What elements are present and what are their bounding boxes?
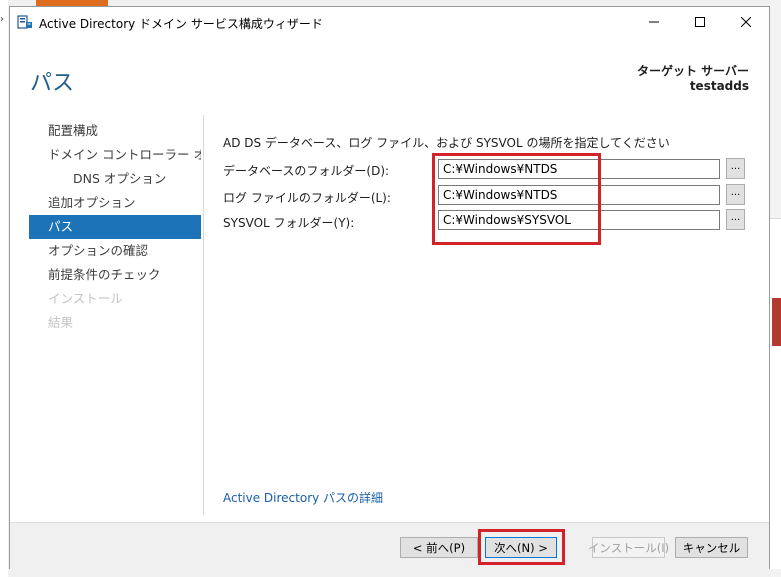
log-folder-label: ログ ファイルのフォルダー(L): xyxy=(223,191,391,205)
sysvol-folder-browse-button[interactable]: ... xyxy=(726,209,745,230)
wizard-steps-nav: 配置構成 ドメイン コントローラー オプシ... DNS オプション 追加オプシ… xyxy=(29,119,201,335)
background-left xyxy=(0,0,8,577)
minimize-button[interactable] xyxy=(631,7,677,37)
next-button[interactable]: 次へ(N) > xyxy=(485,537,557,558)
close-button[interactable] xyxy=(723,7,769,37)
sysvol-folder-input[interactable] xyxy=(438,210,720,230)
nav-divider xyxy=(203,115,204,515)
nav-item-prerequisites-check[interactable]: 前提条件のチェック xyxy=(29,263,201,287)
database-folder-label: データベースのフォルダー(D): xyxy=(223,164,390,178)
background-right-accent xyxy=(772,298,781,346)
log-folder-browse-button[interactable]: ... xyxy=(726,184,745,205)
close-icon xyxy=(741,17,751,27)
wizard-window: Active Directory ドメイン サービス構成ウィザード パス ターゲ… xyxy=(9,6,770,569)
nav-item-dns-options[interactable]: DNS オプション xyxy=(29,167,201,191)
install-button: インストール(I) xyxy=(588,537,669,558)
nav-item-review-options[interactable]: オプションの確認 xyxy=(29,239,201,263)
back-button[interactable]: < 前へ(P) xyxy=(400,537,478,558)
title-bar[interactable]: Active Directory ドメイン サービス構成ウィザード xyxy=(10,7,769,37)
minimize-icon xyxy=(649,21,659,23)
maximize-button[interactable] xyxy=(677,7,723,37)
target-server-label: ターゲット サーバー xyxy=(636,64,749,78)
database-folder-input[interactable] xyxy=(438,159,720,179)
cancel-button[interactable]: キャンセル xyxy=(675,537,748,558)
wizard-footer: < 前へ(P) 次へ(N) > インストール(I) キャンセル xyxy=(10,522,769,569)
nav-item-results: 結果 xyxy=(48,315,74,330)
nav-item-dc-options[interactable]: ドメイン コントローラー オプシ... xyxy=(29,143,201,167)
page-title: パス xyxy=(30,71,75,96)
log-folder-input[interactable] xyxy=(438,185,720,205)
target-server-name: testadds xyxy=(689,79,749,93)
sysvol-folder-label: SYSVOL フォルダー(Y): xyxy=(223,216,355,230)
window-title: Active Directory ドメイン サービス構成ウィザード xyxy=(39,17,323,31)
nav-item-paths[interactable]: パス xyxy=(29,215,201,239)
instruction-text: AD DS データベース、ログ ファイル、および SYSVOL の場所を指定して… xyxy=(223,136,670,150)
server-manager-icon xyxy=(17,14,33,30)
nav-item-installation: インストール xyxy=(48,291,123,306)
nav-item-additional-options[interactable]: 追加オプション xyxy=(29,191,201,215)
database-folder-browse-button[interactable]: ... xyxy=(726,158,745,179)
background-right-panel xyxy=(770,218,781,569)
maximize-icon xyxy=(695,17,705,27)
paths-details-link[interactable]: Active Directory パスの詳細 xyxy=(223,489,383,506)
nav-item-deployment-config[interactable]: 配置構成 xyxy=(29,119,201,143)
chevron-right-icon: › xyxy=(0,14,4,25)
